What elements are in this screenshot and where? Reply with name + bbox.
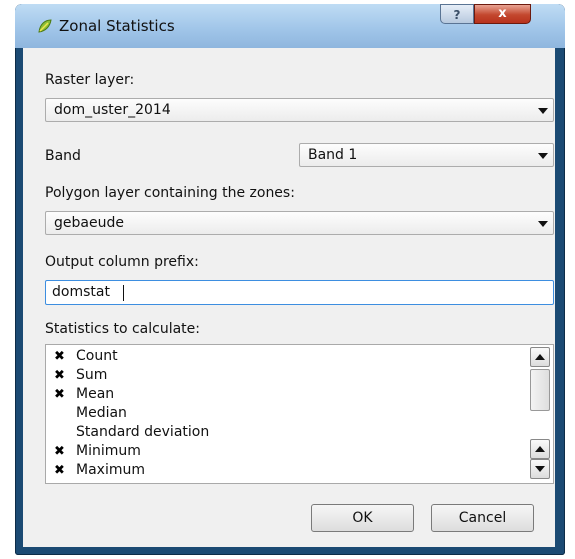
list-item[interactable]: Median — [54, 405, 514, 424]
checkbox-checked[interactable]: ✖ — [54, 388, 68, 402]
arrow-up-icon — [535, 354, 545, 360]
list-item[interactable]: ✖ Minimum — [54, 443, 514, 462]
arrow-down-icon — [535, 466, 545, 472]
chevron-down-icon — [538, 221, 548, 227]
statistic-label: Standard deviation — [76, 424, 210, 440]
polygon-layer-value: gebaeude — [54, 215, 124, 231]
vertical-scrollbar[interactable] — [530, 347, 552, 481]
statistic-label: Minimum — [76, 443, 141, 459]
list-item[interactable]: ✖ Sum — [54, 367, 514, 386]
list-item[interactable]: ✖ Count — [54, 348, 514, 367]
arrow-up-icon — [535, 446, 545, 452]
statistics-label: Statistics to calculate: — [45, 321, 200, 337]
polygon-layer-label: Polygon layer containing the zones: — [45, 185, 295, 201]
chevron-down-icon — [538, 108, 548, 114]
statistic-label: Median — [76, 405, 127, 421]
qgis-leaf-icon — [38, 19, 52, 33]
dialog-body: Raster layer: dom_uster_2014 Band Band 1… — [23, 48, 555, 547]
checkbox-unchecked[interactable] — [54, 407, 68, 421]
ok-button[interactable]: OK — [311, 504, 414, 532]
statistics-list[interactable]: ✖ Count ✖ Sum ✖ Mean Median Standard dev… — [45, 344, 554, 484]
statistic-label: Mean — [76, 386, 115, 402]
list-item[interactable]: ✖ Mean — [54, 386, 514, 405]
band-combo[interactable]: Band 1 — [299, 143, 554, 167]
output-prefix-value: domstat — [52, 284, 110, 300]
band-label: Band — [45, 148, 81, 164]
scroll-down-button[interactable] — [530, 459, 550, 479]
list-item[interactable]: ✖ Maximum — [54, 462, 514, 481]
checkbox-checked[interactable]: ✖ — [54, 464, 68, 478]
chevron-down-icon — [538, 153, 548, 159]
raster-layer-value: dom_uster_2014 — [54, 102, 171, 118]
cancel-button[interactable]: Cancel — [431, 504, 534, 532]
list-item[interactable]: Standard deviation — [54, 424, 514, 443]
title-bar[interactable]: Zonal Statistics ? x — [15, 4, 565, 48]
band-value: Band 1 — [308, 147, 358, 163]
statistic-label: Count — [76, 348, 118, 364]
close-button[interactable]: x — [474, 4, 531, 24]
statistic-label: Maximum — [76, 462, 145, 478]
output-prefix-input[interactable]: domstat — [45, 280, 554, 305]
checkbox-unchecked[interactable] — [54, 426, 68, 440]
zonal-statistics-dialog: Zonal Statistics ? x Raster layer: dom_u… — [15, 4, 565, 555]
checkbox-checked[interactable]: ✖ — [54, 445, 68, 459]
raster-layer-label: Raster layer: — [45, 72, 135, 88]
checkbox-checked[interactable]: ✖ — [54, 369, 68, 383]
checkbox-checked[interactable]: ✖ — [54, 350, 68, 364]
text-caret — [123, 285, 124, 301]
help-button[interactable]: ? — [440, 4, 474, 24]
window-title: Zonal Statistics — [59, 17, 175, 35]
scroll-up-button[interactable] — [530, 439, 550, 459]
polygon-layer-combo[interactable]: gebaeude — [45, 211, 554, 235]
scrollbar-thumb[interactable] — [530, 369, 550, 411]
scroll-up-button[interactable] — [530, 347, 550, 367]
statistic-label: Sum — [76, 367, 108, 383]
raster-layer-combo[interactable]: dom_uster_2014 — [45, 98, 554, 122]
output-prefix-label: Output column prefix: — [45, 254, 199, 270]
